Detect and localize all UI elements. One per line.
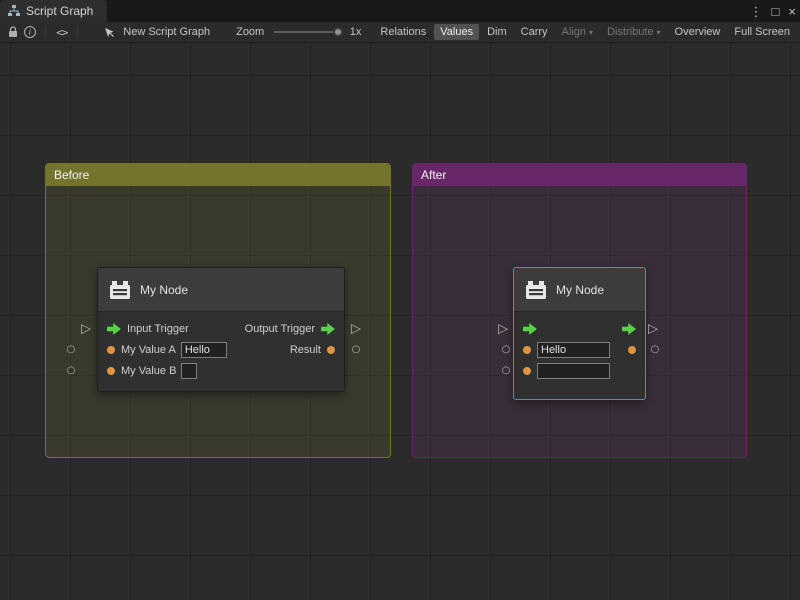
value-a-port-icon[interactable] bbox=[107, 346, 115, 354]
port-row-value-b bbox=[514, 360, 645, 381]
port-row-triggers bbox=[514, 318, 645, 339]
group-after-title: After bbox=[421, 168, 446, 182]
node-header[interactable]: My Node bbox=[514, 268, 645, 312]
overview-button[interactable]: Overview bbox=[669, 24, 727, 40]
node-my-node-after[interactable]: My Node bbox=[513, 267, 646, 400]
relations-button[interactable]: Relations bbox=[374, 24, 432, 40]
value-b-port-icon[interactable] bbox=[523, 367, 531, 375]
chevron-down-icon: ▾ bbox=[589, 28, 593, 37]
input-trigger-label: Input Trigger bbox=[127, 323, 189, 335]
lock-icon[interactable] bbox=[4, 23, 21, 41]
zoom-label: Zoom bbox=[236, 26, 264, 38]
node-title: My Node bbox=[140, 283, 188, 297]
script-graph-window: Script Graph ⋮ □ × i <> New bbox=[0, 0, 800, 600]
window-controls: ⋮ □ × bbox=[750, 0, 796, 22]
value-b-label: My Value B bbox=[121, 365, 176, 377]
zoom-slider[interactable] bbox=[274, 26, 343, 38]
code-icon[interactable]: <> bbox=[53, 23, 70, 41]
script-graph-icon bbox=[8, 5, 20, 17]
node-my-node-before[interactable]: My Node Input Trigger Output Trigger bbox=[97, 267, 345, 392]
node-body: Input Trigger Output Trigger My Value A … bbox=[98, 312, 344, 381]
graph-canvas[interactable]: Before After My Node bbox=[0, 43, 800, 600]
zoom-slider-handle[interactable] bbox=[333, 27, 343, 37]
port-row-value-b: My Value B bbox=[98, 360, 344, 381]
tab-bar: Script Graph ⋮ □ × bbox=[0, 0, 800, 22]
value-input-marker[interactable]: ○ bbox=[502, 366, 511, 376]
distribute-label: Distribute bbox=[607, 26, 653, 38]
align-dropdown[interactable]: Align ▾ bbox=[556, 24, 599, 40]
output-trigger-port-icon[interactable] bbox=[622, 323, 636, 335]
value-a-port-icon[interactable] bbox=[523, 346, 531, 354]
node-title: My Node bbox=[556, 283, 604, 297]
graph-toolbar: i <> New Script Graph Zoom 1x Relations … bbox=[0, 22, 800, 43]
toolbar-separator bbox=[45, 26, 46, 39]
values-button[interactable]: Values bbox=[434, 24, 479, 40]
flow-input-marker[interactable]: ▷ bbox=[81, 323, 91, 336]
menu-icon[interactable]: ⋮ bbox=[750, 5, 763, 18]
chevron-down-icon: ▾ bbox=[657, 28, 661, 37]
machine-icon bbox=[109, 280, 131, 300]
value-input-marker[interactable]: ○ bbox=[502, 345, 511, 355]
close-icon[interactable]: × bbox=[788, 5, 796, 18]
distribute-dropdown[interactable]: Distribute ▾ bbox=[601, 24, 666, 40]
value-a-input[interactable] bbox=[181, 342, 227, 358]
dim-button[interactable]: Dim bbox=[481, 24, 513, 40]
value-output-marker[interactable]: ○ bbox=[651, 345, 660, 355]
value-a-label: My Value A bbox=[121, 344, 176, 356]
align-label: Align bbox=[562, 26, 586, 38]
node-header[interactable]: My Node bbox=[98, 268, 344, 312]
port-row-value-a bbox=[514, 339, 645, 360]
value-input-marker[interactable]: ○ bbox=[67, 345, 76, 355]
flow-input-marker[interactable]: ▷ bbox=[498, 323, 508, 336]
zoom-value: 1x bbox=[350, 26, 362, 38]
input-trigger-port-icon[interactable] bbox=[107, 323, 121, 335]
value-output-marker[interactable]: ○ bbox=[352, 345, 361, 355]
result-port-icon[interactable] bbox=[628, 346, 636, 354]
value-a-input[interactable] bbox=[537, 342, 610, 358]
full-screen-button[interactable]: Full Screen bbox=[728, 24, 796, 40]
tab-title: Script Graph bbox=[26, 4, 93, 18]
flow-output-marker[interactable]: ▷ bbox=[351, 323, 361, 336]
value-input-marker[interactable]: ○ bbox=[67, 366, 76, 376]
toolbar-separator bbox=[77, 26, 78, 39]
group-before-header[interactable]: Before bbox=[46, 164, 390, 186]
flow-output-marker[interactable]: ▷ bbox=[648, 323, 658, 336]
machine-icon bbox=[525, 280, 547, 300]
group-after-header[interactable]: After bbox=[413, 164, 746, 186]
node-body bbox=[514, 312, 645, 381]
result-port-icon[interactable] bbox=[327, 346, 335, 354]
graph-pointer-icon bbox=[101, 23, 118, 41]
input-trigger-port-icon[interactable] bbox=[523, 323, 537, 335]
new-script-graph-label[interactable]: New Script Graph bbox=[123, 26, 210, 38]
info-icon[interactable]: i bbox=[21, 23, 38, 41]
tab-script-graph[interactable]: Script Graph bbox=[0, 0, 107, 22]
maximize-icon[interactable]: □ bbox=[772, 5, 780, 18]
port-row-triggers: Input Trigger Output Trigger bbox=[98, 318, 344, 339]
output-trigger-label: Output Trigger bbox=[245, 323, 315, 335]
value-b-input[interactable] bbox=[181, 363, 197, 379]
value-b-input[interactable] bbox=[537, 363, 610, 379]
value-b-port-icon[interactable] bbox=[107, 367, 115, 375]
group-before-title: Before bbox=[54, 168, 89, 182]
carry-button[interactable]: Carry bbox=[515, 24, 554, 40]
output-trigger-port-icon[interactable] bbox=[321, 323, 335, 335]
port-row-value-a: My Value A Result bbox=[98, 339, 344, 360]
result-label: Result bbox=[290, 344, 321, 356]
